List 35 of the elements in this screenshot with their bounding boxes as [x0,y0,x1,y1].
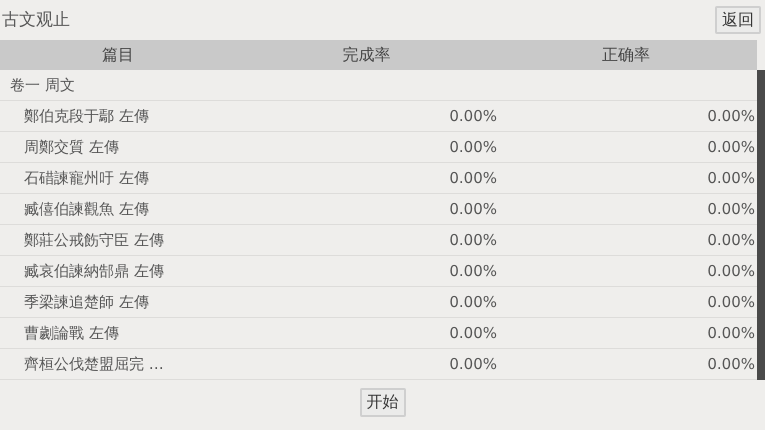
column-header: 正确率 [602,45,650,64]
column-header: 篇目 [102,45,134,64]
column-header: 完成率 [342,45,390,64]
table-cell: 石碏諫寵州吁 左傳 [24,169,149,187]
table-cell: 齊桓公伐楚盟屈完 … [24,355,164,373]
table-cell: 0.00% [707,106,755,125]
table-cell: 0.00% [449,354,497,373]
start-button[interactable]: 开始 [360,388,406,417]
table-cell: 曹劌論戰 左傳 [24,324,119,342]
table-cell: 0.00% [707,324,755,342]
table-cell: 0.00% [449,324,497,342]
table-cell: 臧哀伯諫納郜鼎 左傳 [24,262,164,280]
table-cell: 周鄭交質 左傳 [24,138,119,156]
table-cell: 0.00% [449,262,497,280]
back-button[interactable]: 返回 [715,6,761,34]
table-cell: 0.00% [449,292,497,311]
table-cell: 0.00% [707,200,755,218]
table-cell: 0.00% [449,200,497,218]
table-cell: 0.00% [707,262,755,280]
table-cell: 0.00% [449,138,497,156]
table-cell: 0.00% [449,106,497,125]
group-label: 卷一 周文 [9,74,75,96]
table-cell: 季梁諫追楚師 左傳 [24,293,149,311]
app-title: 古文观止 [1,12,70,28]
table-cell: 0.00% [707,354,755,373]
table-cell: 0.00% [707,168,755,187]
table-cell: 0.00% [449,168,497,187]
table-cell: 0.00% [707,292,755,311]
table-cell: 鄭伯克段于鄢 左傳 [24,107,149,125]
table-cell: 鄭莊公戒飭守臣 左傳 [24,231,164,249]
table-cell: 0.00% [707,138,755,156]
scrollbar[interactable] [757,70,765,380]
table-cell: 0.00% [449,230,497,249]
table-cell: 臧僖伯諫觀魚 左傳 [24,200,149,218]
table-cell: 0.00% [707,230,755,249]
